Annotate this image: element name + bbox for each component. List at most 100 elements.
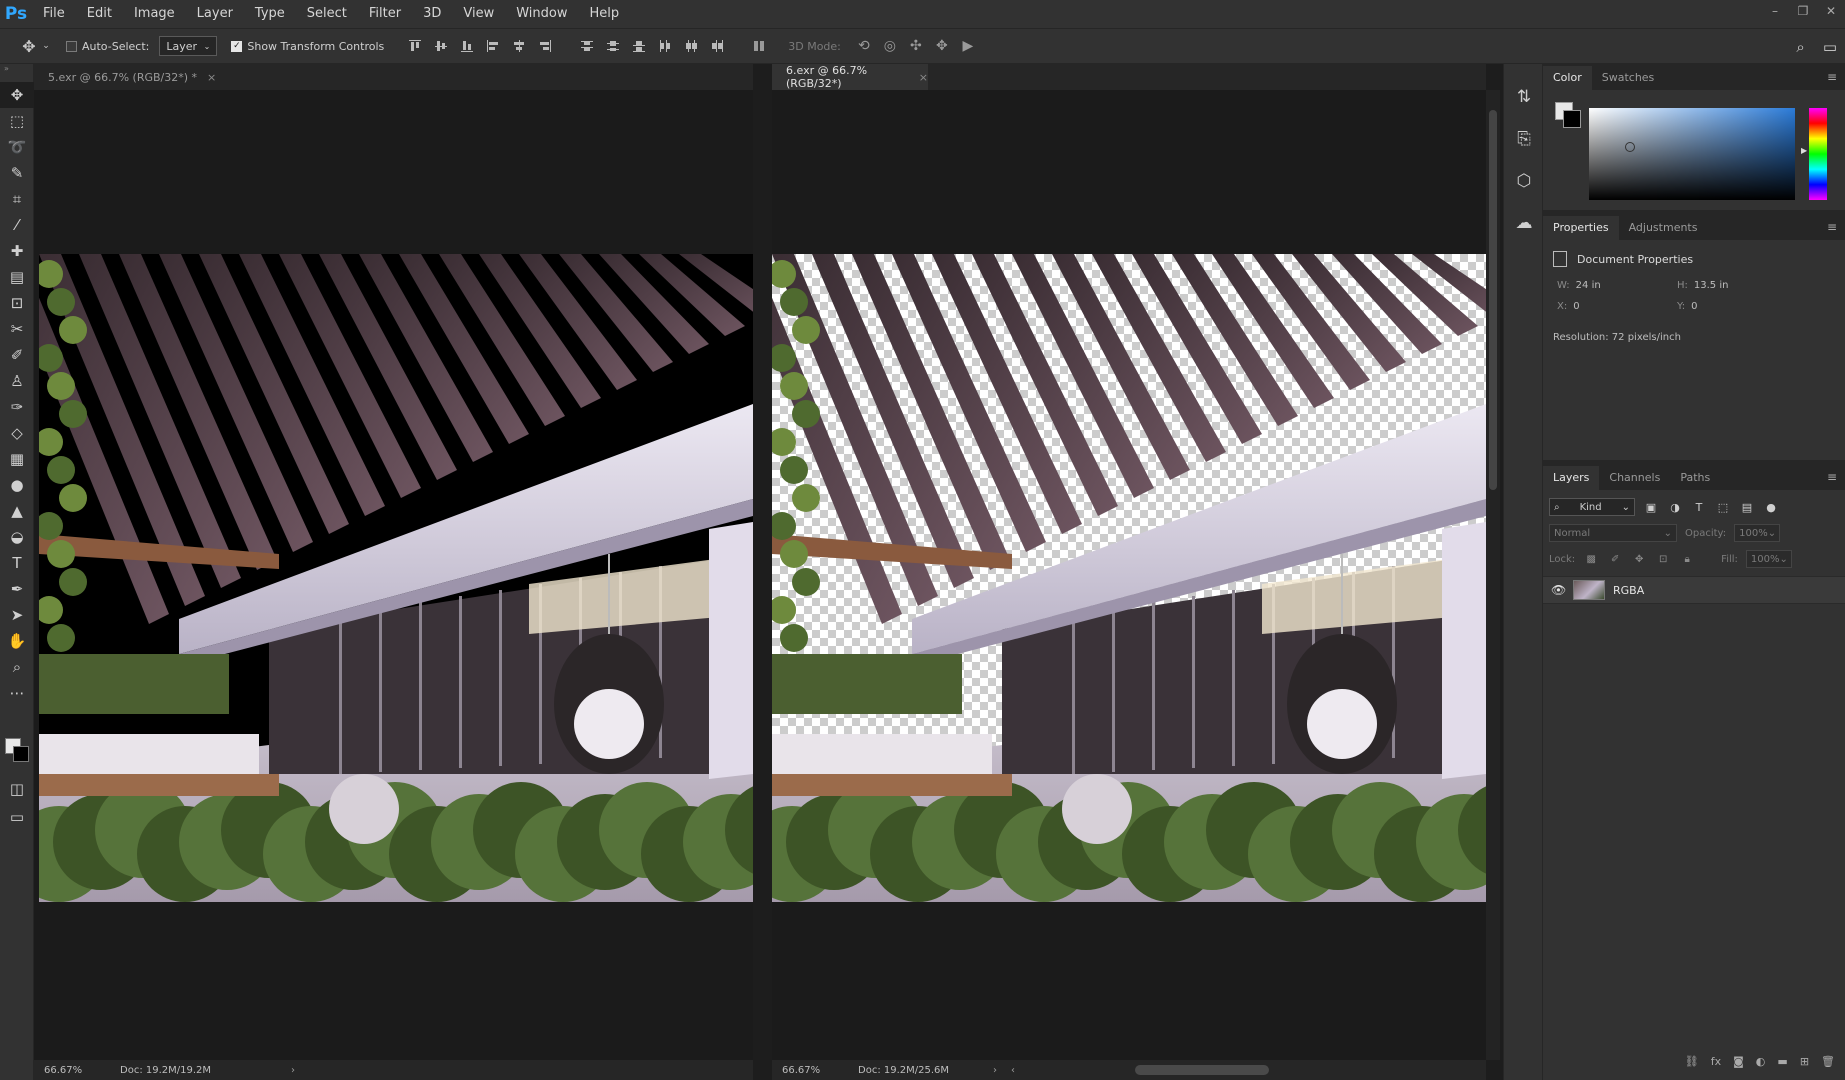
zoom-level[interactable]: 66.67% <box>34 1065 112 1076</box>
image-canvas-1[interactable] <box>39 254 753 902</box>
hue-slider[interactable] <box>1809 108 1827 200</box>
screen-mode-icon[interactable]: ▭ <box>0 804 34 830</box>
3d-panel-icon[interactable]: ⬡ <box>1504 160 1544 202</box>
link-layers-icon[interactable]: ⛓ <box>1685 1055 1699 1068</box>
lock-pixels-icon[interactable]: ✐ <box>1607 554 1623 565</box>
crop-tool-icon[interactable]: ⌗ <box>0 186 34 212</box>
distribute-bottom-icon[interactable] <box>628 36 650 56</box>
tab-properties[interactable]: Properties <box>1543 216 1619 240</box>
paths-panel-icon[interactable]: ⎘ <box>1504 118 1544 160</box>
horizontal-scrollbar-thumb[interactable] <box>1135 1065 1270 1075</box>
kind-filter-select[interactable]: ⌕ Kind ⌄ <box>1549 498 1635 516</box>
zoom-level[interactable]: 66.67% <box>772 1065 850 1076</box>
type-tool-icon[interactable]: T <box>0 550 34 576</box>
close-button[interactable]: ✕ <box>1817 0 1845 22</box>
vertical-scrollbar[interactable] <box>1486 90 1500 1060</box>
pen-tool-icon[interactable]: ✒ <box>0 576 34 602</box>
dodge-tool-icon[interactable]: ◒ <box>0 524 34 550</box>
align-hcenter-icon[interactable] <box>508 36 530 56</box>
color-field[interactable] <box>1589 108 1795 200</box>
workspace-icon[interactable]: ▭ <box>1823 38 1837 56</box>
layer-name[interactable]: RGBA <box>1613 584 1644 597</box>
slide-3d-icon[interactable]: ✥ <box>929 38 955 54</box>
menu-window[interactable]: Window <box>505 0 578 28</box>
background-color-swatch[interactable] <box>1563 110 1581 128</box>
red-eye-tool-icon[interactable]: ✂ <box>0 316 34 342</box>
marquee-tool-icon[interactable]: ⬚ <box>0 108 34 134</box>
panel-menu-icon[interactable]: ≡ <box>1827 470 1837 484</box>
align-vcenter-icon[interactable] <box>430 36 452 56</box>
menu-3d[interactable]: 3D <box>412 0 452 28</box>
path-select-tool-icon[interactable]: ➤ <box>0 602 34 628</box>
tab-paths[interactable]: Paths <box>1670 466 1720 490</box>
align-bottom-icon[interactable] <box>456 36 478 56</box>
tab-swatches[interactable]: Swatches <box>1592 66 1665 90</box>
lasso-tool-icon[interactable]: ➰ <box>0 134 34 160</box>
chevron-right-icon[interactable]: › <box>291 1065 295 1076</box>
tab-layers[interactable]: Layers <box>1543 466 1600 490</box>
auto-select-checkbox[interactable] <box>66 40 77 52</box>
distribute-top-icon[interactable] <box>576 36 598 56</box>
width-value[interactable]: 24 in <box>1576 280 1601 291</box>
adjustment-layer-icon[interactable]: ◐ <box>1756 1055 1766 1068</box>
panel-menu-icon[interactable]: ≡ <box>1827 70 1837 84</box>
menu-file[interactable]: File <box>32 0 76 28</box>
healing-brush-tool-icon[interactable]: ✚ <box>0 238 34 264</box>
y-value[interactable]: 0 <box>1691 301 1697 312</box>
quick-mask-icon[interactable]: ◫ <box>0 776 34 802</box>
canvas-area[interactable] <box>772 90 1486 1060</box>
distribute-right-icon[interactable] <box>706 36 728 56</box>
menu-type[interactable]: Type <box>244 0 296 28</box>
align-top-icon[interactable] <box>404 36 426 56</box>
eraser-tool-icon[interactable]: ◇ <box>0 420 34 446</box>
canvas-area[interactable] <box>34 90 753 1060</box>
menu-view[interactable]: View <box>452 0 505 28</box>
vertical-scrollbar-thumb[interactable] <box>1489 110 1497 490</box>
move-tool-icon[interactable]: ✥ <box>0 82 34 108</box>
menu-image[interactable]: Image <box>123 0 186 28</box>
sharpen-tool-icon[interactable]: ▲ <box>0 498 34 524</box>
menu-filter[interactable]: Filter <box>358 0 412 28</box>
libraries-panel-icon[interactable]: ☁ <box>1504 202 1544 244</box>
search-icon[interactable]: ⌕ <box>1796 38 1804 56</box>
color-picker-marker[interactable] <box>1625 142 1635 152</box>
lock-transparency-icon[interactable]: ▩ <box>1583 554 1599 565</box>
document-tab-1[interactable]: 5.exr @ 66.7% (RGB/32*) * × <box>34 64 249 90</box>
new-group-icon[interactable]: ▬ <box>1777 1055 1787 1068</box>
brush-tool-icon[interactable]: ✐ <box>0 342 34 368</box>
close-icon[interactable]: × <box>919 71 928 84</box>
zoom-tool-icon[interactable]: ⌕ <box>0 654 34 680</box>
roll-3d-icon[interactable]: ◎ <box>877 38 903 54</box>
history-panel-icon[interactable]: ⇅ <box>1504 76 1544 118</box>
move-tool-icon[interactable]: ✥ <box>18 37 40 56</box>
history-brush-tool-icon[interactable]: ✑ <box>0 394 34 420</box>
background-color-swatch[interactable] <box>13 746 29 762</box>
chevron-left-icon[interactable]: ‹ <box>1011 1065 1015 1076</box>
collapse-icon[interactable]: » <box>0 64 33 82</box>
close-icon[interactable]: × <box>207 71 216 84</box>
height-value[interactable]: 13.5 in <box>1694 280 1729 291</box>
distribute-left-icon[interactable] <box>654 36 676 56</box>
delete-layer-icon[interactable]: 🗑︎ <box>1821 1055 1835 1068</box>
add-mask-icon[interactable]: ◙ <box>1733 1055 1744 1068</box>
minimize-button[interactable]: – <box>1761 0 1789 22</box>
patch-tool-icon[interactable]: ▤ <box>0 264 34 290</box>
image-canvas-2[interactable] <box>772 254 1486 902</box>
tab-color[interactable]: Color <box>1543 66 1592 90</box>
auto-align-layers-icon[interactable] <box>748 36 770 56</box>
eyedropper-tool-icon[interactable]: ⁄ <box>0 212 34 238</box>
opacity-field[interactable]: 100% ⌄ <box>1734 524 1781 542</box>
align-left-icon[interactable] <box>482 36 504 56</box>
menu-edit[interactable]: Edit <box>76 0 123 28</box>
show-transform-checkbox[interactable]: ✓ <box>231 40 243 52</box>
distribute-vcenter-icon[interactable] <box>602 36 624 56</box>
image-filter-icon[interactable]: ▣ <box>1643 501 1659 514</box>
smart-object-filter-icon[interactable]: ▤ <box>1739 501 1755 514</box>
blend-mode-select[interactable]: Normal ⌄ <box>1549 524 1677 542</box>
restore-button[interactable]: ❐ <box>1789 0 1817 22</box>
lock-position-icon[interactable]: ✥ <box>1631 554 1647 565</box>
menu-help[interactable]: Help <box>579 0 631 28</box>
eye-icon[interactable]: 👁︎ <box>1551 583 1566 597</box>
x-value[interactable]: 0 <box>1573 301 1579 312</box>
auto-select-target-select[interactable]: Layer ⌄ <box>159 36 218 56</box>
